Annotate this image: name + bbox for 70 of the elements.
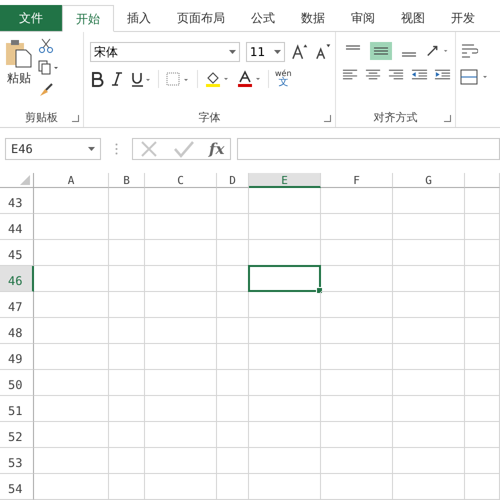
shrink-font-icon[interactable]: [314, 43, 331, 61]
font-size-field[interactable]: 11: [246, 42, 284, 62]
grip-icon: [115, 143, 118, 155]
group-label: 对齐方式: [374, 110, 418, 124]
ribbon-tab[interactable]: 开始: [62, 5, 114, 32]
ribbon-tab[interactable]: 插入: [114, 5, 164, 31]
ribbon-tab[interactable]: 数据: [288, 5, 338, 31]
merge-cells-icon[interactable]: [460, 68, 490, 86]
paintbrush-icon[interactable]: [38, 82, 54, 98]
row-header[interactable]: 53: [0, 448, 34, 474]
italic-icon[interactable]: [110, 71, 124, 87]
row-header[interactable]: 49: [0, 344, 34, 370]
checkmark-icon[interactable]: [173, 139, 195, 159]
row-header[interactable]: 48: [0, 318, 34, 344]
ribbon-tab[interactable]: 页面布局: [164, 5, 238, 31]
row-header[interactable]: 47: [0, 292, 34, 318]
align-left-icon[interactable]: [342, 68, 359, 82]
insert-function-button[interactable]: fx: [209, 140, 224, 158]
font-name-field[interactable]: 宋体: [90, 42, 240, 62]
paste-button[interactable]: 粘贴: [4, 36, 34, 107]
column-header[interactable]: F: [321, 173, 393, 188]
dialog-launcher-icon[interactable]: [324, 115, 331, 122]
caret-icon: [274, 50, 280, 54]
group-label: 字体: [198, 110, 220, 124]
row-header[interactable]: 50: [0, 370, 34, 396]
dialog-launcher-icon[interactable]: [444, 115, 451, 122]
caret-icon: [88, 147, 95, 151]
select-all-icon[interactable]: [20, 175, 30, 185]
row-header[interactable]: 51: [0, 396, 34, 422]
column-header[interactable]: G: [393, 173, 465, 188]
column-header[interactable]: C: [145, 173, 217, 188]
increase-indent-icon[interactable]: [434, 68, 451, 82]
dialog-launcher-icon[interactable]: [72, 115, 79, 122]
decrease-indent-icon[interactable]: [411, 68, 428, 82]
ribbon-tab[interactable]: 文件: [0, 5, 62, 31]
borders-icon[interactable]: [165, 71, 191, 87]
name-box[interactable]: E46: [5, 138, 101, 160]
fill-color-icon[interactable]: [204, 70, 230, 88]
column-header[interactable]: B: [109, 173, 145, 188]
column-header[interactable]: A: [34, 173, 109, 188]
grow-font-icon[interactable]: [290, 43, 308, 61]
row-header[interactable]: 43: [0, 188, 34, 214]
row-header[interactable]: 44: [0, 214, 34, 240]
lines-icon: [401, 52, 417, 57]
row-header[interactable]: 52: [0, 422, 34, 448]
lines-icon: [373, 47, 389, 55]
row-header[interactable]: 46: [0, 266, 34, 292]
column-header[interactable]: [465, 173, 500, 188]
group-label: 剪贴板: [25, 110, 58, 124]
wrap-text-icon[interactable]: [460, 42, 478, 60]
phonetic-guide-button[interactable]: wén 文: [275, 70, 292, 88]
clipboard-icon: [4, 38, 34, 68]
row-header[interactable]: 54: [0, 474, 34, 500]
formula-input[interactable]: [237, 138, 500, 160]
ribbon-tab[interactable]: 视图: [388, 5, 438, 31]
ribbon-tab[interactable]: 公式: [238, 5, 288, 31]
lines-icon: [345, 45, 361, 50]
scissors-icon[interactable]: [38, 38, 54, 54]
align-right-icon[interactable]: [388, 68, 405, 82]
ribbon-tab[interactable]: 审阅: [338, 5, 388, 31]
font-color-icon[interactable]: [236, 70, 262, 88]
cancel-icon[interactable]: [139, 139, 159, 159]
vertical-align-button[interactable]: [370, 42, 392, 60]
copy-icon[interactable]: [38, 60, 60, 76]
ribbon-tab[interactable]: 开发: [438, 5, 488, 31]
underline-icon[interactable]: [130, 71, 152, 87]
bold-icon[interactable]: [90, 71, 104, 87]
column-header[interactable]: E: [249, 173, 321, 188]
caret-icon: [228, 50, 236, 54]
align-center-icon[interactable]: [365, 68, 382, 82]
